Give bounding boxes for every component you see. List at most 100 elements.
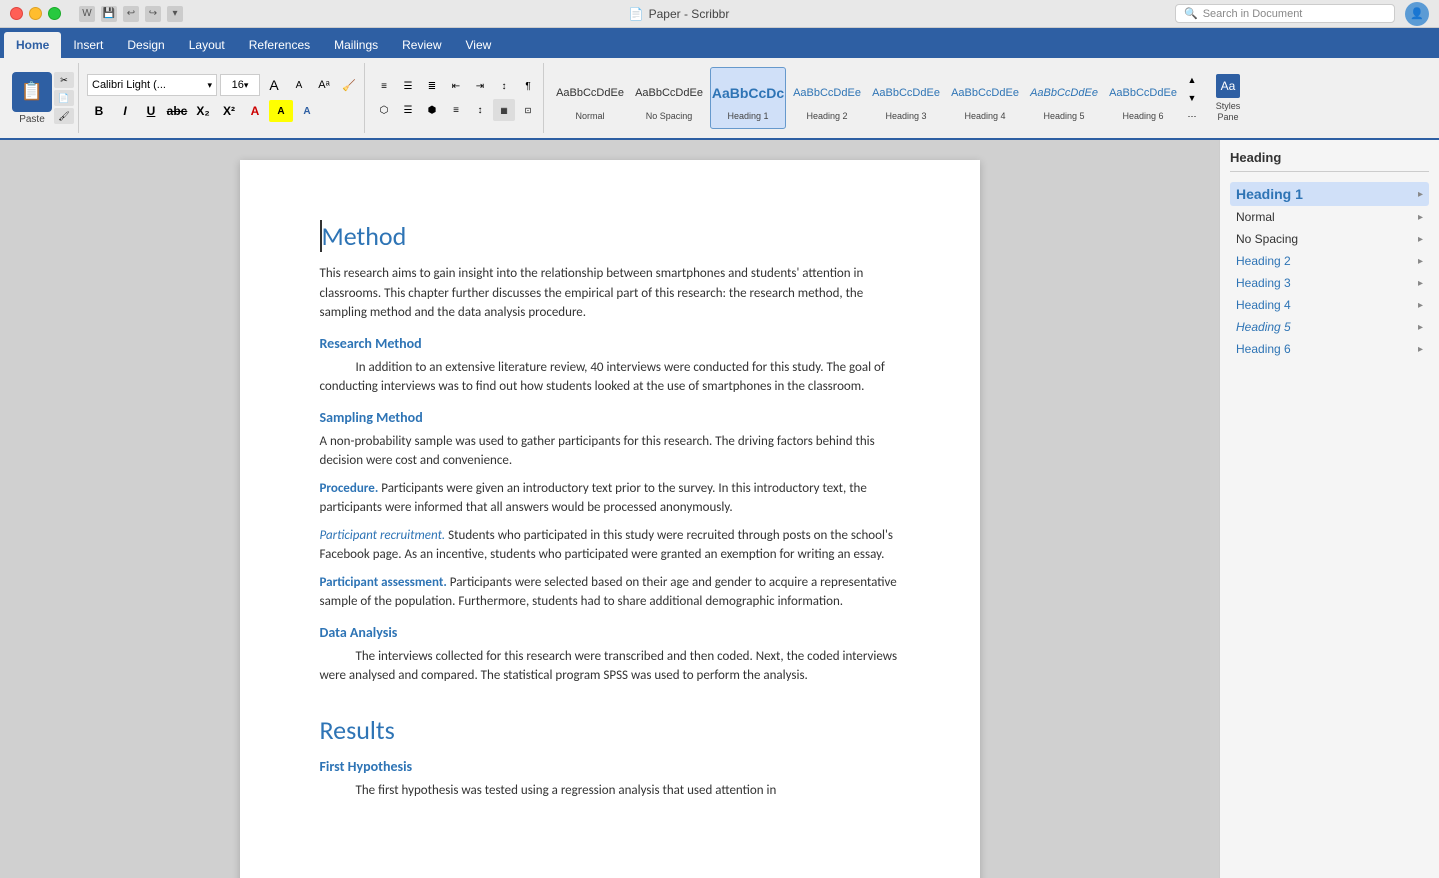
- procedure-paragraph: Procedure. Participants were given an in…: [320, 479, 900, 518]
- font-color-button[interactable]: A: [243, 100, 267, 122]
- style-normal[interactable]: AaBbCcDdEe Normal: [552, 67, 628, 129]
- style-heading1[interactable]: AaBbCcDc Heading 1: [710, 67, 786, 129]
- minimize-button[interactable]: [29, 7, 42, 20]
- style-heading4[interactable]: AaBbCcDdEe Heading 4: [947, 67, 1023, 129]
- ribbon-tabs: Home Insert Design Layout References Mai…: [0, 28, 1439, 58]
- underline-button[interactable]: U: [139, 100, 163, 122]
- tab-view[interactable]: View: [454, 32, 504, 58]
- panel-style-heading5[interactable]: Heading 5 ▸: [1230, 316, 1429, 338]
- tab-review[interactable]: Review: [390, 32, 453, 58]
- align-left-button[interactable]: ⬡: [373, 99, 395, 121]
- subscript-button[interactable]: X₂: [191, 100, 215, 122]
- line-spacing-button[interactable]: ↕: [469, 99, 491, 121]
- show-marks-button[interactable]: ¶: [517, 75, 539, 97]
- style-heading2-label: Heading 2: [806, 111, 847, 121]
- decrease-indent-button[interactable]: ⇤: [445, 75, 467, 97]
- align-center-button[interactable]: ☰: [397, 99, 419, 121]
- style-heading5[interactable]: AaBbCcDdEe Heading 5: [1026, 67, 1102, 129]
- bold-button[interactable]: B: [87, 100, 111, 122]
- panel-heading4-arrow[interactable]: ▸: [1418, 300, 1423, 311]
- panel-style-no-spacing[interactable]: No Spacing ▸: [1230, 228, 1429, 250]
- panel-style-heading4[interactable]: Heading 4 ▸: [1230, 294, 1429, 316]
- cursor: [320, 220, 322, 252]
- tab-insert[interactable]: Insert: [61, 32, 115, 58]
- user-avatar[interactable]: 👤: [1405, 2, 1429, 26]
- panel-heading6-arrow[interactable]: ▸: [1418, 344, 1423, 355]
- font-selector[interactable]: Calibri Light (... ▾: [87, 74, 217, 96]
- styles-pane-button[interactable]: Aa StylesPane: [1203, 67, 1253, 129]
- font-size-selector[interactable]: 16 ▾: [220, 74, 260, 96]
- multilevel-list-button[interactable]: ≣: [421, 75, 443, 97]
- superscript-button[interactable]: X²: [217, 100, 241, 122]
- clear-format-button[interactable]: 🧹: [338, 74, 360, 96]
- cut-button[interactable]: ✂: [54, 72, 74, 88]
- panel-heading5-name: Heading 5: [1236, 320, 1291, 334]
- panel-normal-name: Normal: [1236, 210, 1275, 224]
- increase-indent-button[interactable]: ⇥: [469, 75, 491, 97]
- styles-down-arrow[interactable]: ▼: [1183, 90, 1201, 106]
- panel-heading2-arrow[interactable]: ▸: [1418, 256, 1423, 267]
- panel-no-spacing-arrow[interactable]: ▸: [1418, 234, 1423, 245]
- panel-style-normal[interactable]: Normal ▸: [1230, 206, 1429, 228]
- paste-button[interactable]: 📋: [12, 72, 52, 112]
- search-bar[interactable]: 🔍 Search in Document: [1175, 4, 1395, 23]
- copy-button[interactable]: 📄: [54, 90, 74, 106]
- sampling-method-body: A non-probability sample was used to gat…: [320, 432, 900, 471]
- close-button[interactable]: [10, 7, 23, 20]
- bullet-list-button[interactable]: ≡: [373, 75, 395, 97]
- format-row: B I U abc X₂ X² A A A: [87, 100, 360, 122]
- justify-button[interactable]: ≡: [445, 99, 467, 121]
- numbered-list-button[interactable]: ☰: [397, 75, 419, 97]
- sort-button[interactable]: ↕: [493, 75, 515, 97]
- panel-style-heading3[interactable]: Heading 3 ▸: [1230, 272, 1429, 294]
- panel-no-spacing-name: No Spacing: [1236, 232, 1298, 246]
- shading-button[interactable]: ▦: [493, 99, 515, 121]
- panel-style-heading6[interactable]: Heading 6 ▸: [1230, 338, 1429, 360]
- font-name-row: Calibri Light (... ▾ 16 ▾ A A Aᵃ 🧹: [87, 74, 360, 96]
- toolbar-icons: W 💾 ↩ ↪ ▾: [79, 6, 183, 22]
- word-icon: W: [79, 6, 95, 22]
- style-normal-preview: AaBbCcDdEe: [556, 75, 624, 111]
- text-effects-button[interactable]: A: [295, 100, 319, 122]
- tab-layout[interactable]: Layout: [177, 32, 237, 58]
- style-heading6[interactable]: AaBbCcDdEe Heading 6: [1105, 67, 1181, 129]
- maximize-button[interactable]: [48, 7, 61, 20]
- font-size-arrow[interactable]: ▾: [244, 80, 249, 91]
- font-dropdown-arrow[interactable]: ▾: [207, 80, 212, 91]
- tab-home[interactable]: Home: [4, 32, 61, 58]
- panel-normal-arrow[interactable]: ▸: [1418, 212, 1423, 223]
- search-placeholder: Search in Document: [1203, 8, 1303, 20]
- undo-dropdown-icon[interactable]: ▾: [167, 6, 183, 22]
- styles-expand-arrow[interactable]: ⋯: [1183, 108, 1201, 124]
- change-case-button[interactable]: Aᵃ: [313, 74, 335, 96]
- save-icon[interactable]: 💾: [101, 6, 117, 22]
- align-right-button[interactable]: ⬢: [421, 99, 443, 121]
- tab-references[interactable]: References: [237, 32, 322, 58]
- shrink-font-button[interactable]: A: [288, 74, 310, 96]
- tab-mailings[interactable]: Mailings: [322, 32, 390, 58]
- style-heading3[interactable]: AaBbCcDdEe Heading 3: [868, 67, 944, 129]
- redo-icon[interactable]: ↪: [145, 6, 161, 22]
- undo-icon[interactable]: ↩: [123, 6, 139, 22]
- panel-heading1-arrow[interactable]: ▸: [1418, 189, 1423, 200]
- tab-design[interactable]: Design: [115, 32, 176, 58]
- strikethrough-button[interactable]: abc: [165, 100, 189, 122]
- styles-up-arrow[interactable]: ▲: [1183, 72, 1201, 88]
- grow-font-button[interactable]: A: [263, 74, 285, 96]
- italic-button[interactable]: I: [113, 100, 137, 122]
- list-row-1: ≡ ☰ ≣ ⇤ ⇥ ↕ ¶: [373, 75, 539, 97]
- clipboard-icons: ✂ 📄 🖌: [54, 72, 74, 124]
- borders-button[interactable]: ⊡: [517, 99, 539, 121]
- panel-heading3-arrow[interactable]: ▸: [1418, 278, 1423, 289]
- style-heading3-preview: AaBbCcDdEe: [872, 75, 940, 111]
- panel-heading5-arrow[interactable]: ▸: [1418, 322, 1423, 333]
- style-heading2[interactable]: AaBbCcDdEe Heading 2: [789, 67, 865, 129]
- highlight-button[interactable]: A: [269, 100, 293, 122]
- panel-style-heading1[interactable]: Heading 1 ▸: [1230, 182, 1429, 206]
- style-no-spacing[interactable]: AaBbCcDdEe No Spacing: [631, 67, 707, 129]
- panel-style-heading2[interactable]: Heading 2 ▸: [1230, 250, 1429, 272]
- list-controls: ≡ ☰ ≣ ⇤ ⇥ ↕ ¶ ⬡ ☰ ⬢ ≡ ↕ ▦ ⊡: [373, 75, 539, 121]
- format-painter-button[interactable]: 🖌: [54, 108, 74, 124]
- panel-title: Heading: [1230, 150, 1429, 172]
- traffic-lights: [10, 7, 61, 20]
